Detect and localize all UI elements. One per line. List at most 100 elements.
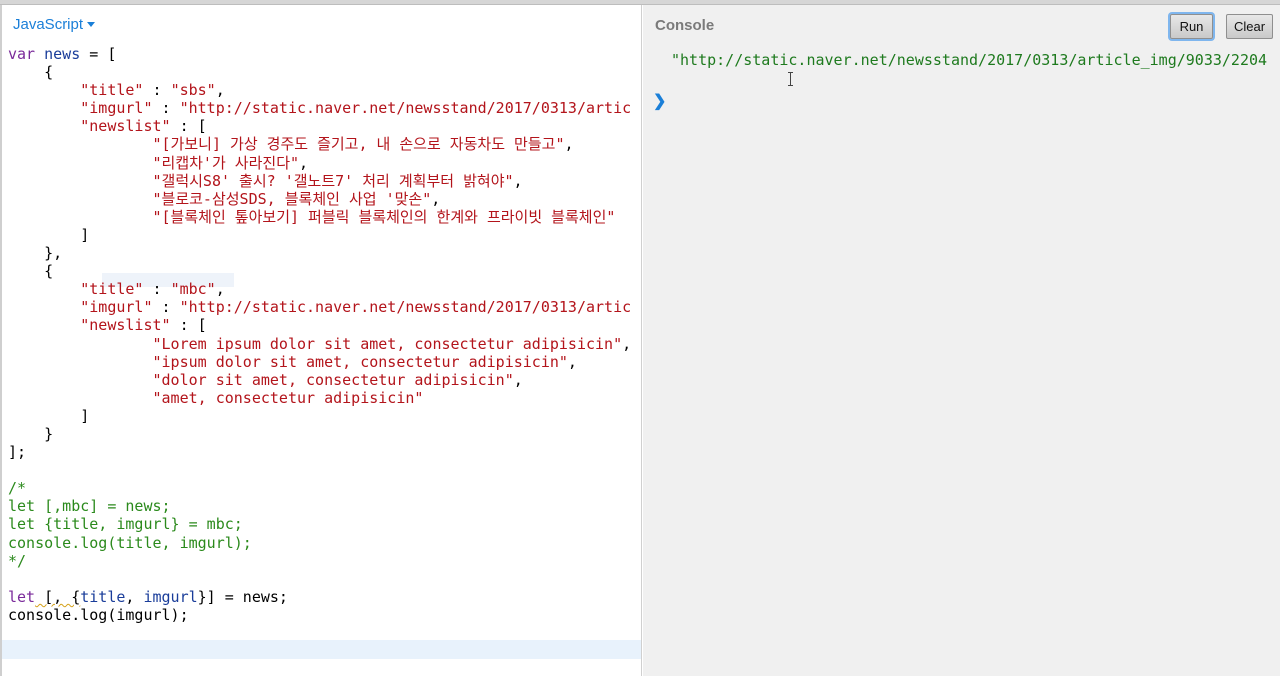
code-token: console.log(imgurl); [8, 605, 189, 624]
run-button[interactable]: Run [1170, 14, 1213, 39]
code-token: }] = news; [197, 587, 288, 606]
code-line: ]; [8, 443, 631, 461]
code-line: let {title, imgurl} = mbc; [8, 515, 631, 533]
code-token: "sbs" [170, 81, 216, 100]
code-line: { [8, 63, 631, 81]
code-token: { [8, 63, 54, 82]
code-token: : [152, 99, 180, 118]
code-token: "imgurl" [80, 99, 153, 118]
code-token: , [622, 334, 632, 353]
code-token: [, { [35, 587, 81, 606]
chevron-right-icon[interactable]: ❯ [653, 91, 666, 111]
code-token: title [80, 587, 126, 606]
code-token: let [8, 587, 36, 606]
clear-button[interactable]: Clear [1226, 14, 1273, 39]
code-editor-panel[interactable]: JavaScript var news = [ { "title" : "sbs… [0, 5, 642, 676]
console-panel: Console Run Clear "http://static.naver.n… [643, 5, 1280, 676]
code-token: : [143, 81, 171, 100]
language-label: JavaScript [13, 16, 84, 33]
code-token: */ [8, 551, 27, 570]
code-line: let [,mbc] = news; [8, 497, 631, 515]
code-token: "newslist" [80, 316, 171, 335]
code-token: "갤럭시S8' 출시? '갤노트7' 처리 계획부터 밝혀야" [152, 171, 514, 190]
code-line: "newslist" : [ [8, 316, 631, 334]
code-token: imgurl [143, 587, 198, 606]
code-token: "mbc" [170, 280, 216, 299]
code-token: ]; [8, 443, 27, 462]
code-token: "ipsum dolor sit amet, consectetur adipi… [152, 352, 568, 371]
code-token: "리캡차'가 사라진다" [152, 153, 300, 172]
text-cursor-icon [788, 72, 794, 86]
code-line: */ [8, 552, 631, 570]
language-select[interactable]: JavaScript [13, 16, 96, 33]
code-line: "블로코-삼성SDS, 블록체인 사업 '맞손", [8, 190, 631, 208]
code-token: : [ [170, 316, 207, 335]
code-line: "title" : "mbc", [8, 280, 631, 298]
code-token: , [513, 171, 523, 190]
code-token: "Lorem ipsum dolor sit amet, consectetur… [152, 334, 623, 353]
code-line: "title" : "sbs", [8, 81, 631, 99]
code-token: let [,mbc] = news; [8, 497, 171, 516]
code-token: "title" [80, 280, 144, 299]
code-token: "[블록체인 톺아보기] 퍼블릭 블록체인의 한계와 프라이빗 블록체인" [152, 207, 616, 226]
code-token: : [143, 280, 171, 299]
code-line: "[가보니] 가상 경주도 즐기고, 내 손으로 자동차도 만들고", [8, 135, 631, 153]
code-token: news [44, 45, 81, 63]
code-token: "http://static.naver.net/newsstand/2017/… [179, 99, 632, 118]
code-token: /* [8, 479, 27, 498]
code-token: "newslist" [80, 117, 171, 136]
code-token: ] [8, 406, 90, 425]
chevron-down-icon [87, 21, 96, 27]
code-line: let [, {title, imgurl}] = news; [8, 588, 631, 606]
code-token: , [513, 370, 523, 389]
code-line: "amet, consectetur adipisicin" [8, 389, 631, 407]
active-line-highlight [2, 640, 641, 659]
code-token: , [299, 153, 309, 172]
code-line: } [8, 425, 631, 443]
code-line: "imgurl" : "http://static.naver.net/news… [8, 99, 631, 117]
code-line: "imgurl" : "http://static.naver.net/news… [8, 298, 631, 316]
code-token: var [8, 45, 36, 63]
code-token: } [8, 424, 54, 443]
code-line: var news = [ [8, 45, 631, 63]
code-token: "블로코-삼성SDS, 블록체인 사업 '맞손" [152, 189, 432, 208]
code-line: "dolor sit amet, consectetur adipisicin"… [8, 371, 631, 389]
code-token: { [8, 262, 54, 281]
code-line: "갤럭시S8' 출시? '갤노트7' 처리 계획부터 밝혀야", [8, 172, 631, 190]
code-token: "http://static.naver.net/newsstand/2017/… [179, 298, 632, 317]
code-token: "[가보니] 가상 경주도 즐기고, 내 손으로 자동차도 만들고" [152, 135, 565, 154]
code-token: "title" [80, 81, 144, 100]
code-token: }, [8, 244, 63, 263]
code-line: ] [8, 407, 631, 425]
code-line: console.log(imgurl); [8, 606, 631, 624]
code-token: , [125, 587, 144, 606]
code-token: : [152, 298, 180, 317]
console-title: Console [655, 17, 715, 34]
code-line: "newslist" : [ [8, 117, 631, 135]
code-line: { [8, 262, 631, 280]
code-token: = [ [80, 45, 117, 63]
code-token: "dolor sit amet, consectetur adipisicin" [152, 370, 514, 389]
code-line: ] [8, 226, 631, 244]
code-line: }, [8, 244, 631, 262]
code-line: /* [8, 479, 631, 497]
code-line: "리캡차'가 사라진다", [8, 154, 631, 172]
code-line: "ipsum dolor sit amet, consectetur adipi… [8, 353, 631, 371]
code-text[interactable]: var news = [ { "title" : "sbs", "imgurl"… [8, 45, 631, 624]
code-token: console.log(title, imgurl); [8, 533, 252, 552]
code-token: : [ [170, 117, 207, 136]
code-line: console.log(title, imgurl); [8, 534, 631, 552]
